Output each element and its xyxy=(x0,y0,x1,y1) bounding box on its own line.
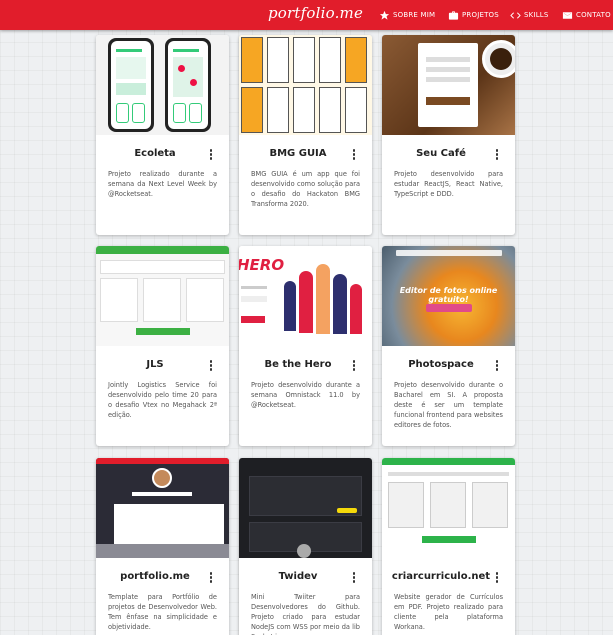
project-thumbnail xyxy=(239,35,372,135)
project-title: BMG GUIA xyxy=(269,148,327,159)
more-vert-icon[interactable] xyxy=(352,572,356,584)
project-card-bmg-guia[interactable]: BMG GUIA BMG GUIA é um app que foi desen… xyxy=(239,35,372,235)
nav-label: SKILLS xyxy=(524,11,549,19)
project-thumbnail: Editor de fotos online gratuito! xyxy=(382,246,515,346)
project-card-seu-cafe[interactable]: Seu Café Projeto desenvolvido para estud… xyxy=(382,35,515,235)
project-description: Mini Twiiter para Desenvolvedores do Git… xyxy=(251,593,360,635)
more-vert-icon[interactable] xyxy=(495,572,499,584)
star-icon xyxy=(379,10,390,20)
nav-skills[interactable]: SKILLS xyxy=(510,8,549,22)
code-icon xyxy=(510,11,521,19)
nav-label: PROJETOS xyxy=(462,11,499,19)
project-thumbnail xyxy=(96,246,229,346)
project-card-portfolio-me[interactable]: portfolio.me Template para Portfólio de … xyxy=(96,458,229,635)
project-card-be-the-hero[interactable]: HERO Be the Hero Projeto desenvolvido du… xyxy=(239,246,372,446)
project-description: Website gerador de Currículos em PDF. Pr… xyxy=(394,593,503,631)
more-vert-icon[interactable] xyxy=(495,360,499,372)
project-thumbnail xyxy=(239,458,372,558)
project-title: JLS xyxy=(146,359,164,370)
project-card-twidev[interactable]: Twidev Mini Twiiter para Desenvolvedores… xyxy=(239,458,372,635)
project-thumbnail xyxy=(382,35,515,135)
project-title: Twidev xyxy=(278,571,318,582)
project-title: criarcurriculo.net xyxy=(391,571,491,582)
project-description: Projeto realizado durante a semana da Ne… xyxy=(108,170,217,198)
nav-label: CONTATO xyxy=(576,11,611,19)
project-title: portfolio.me xyxy=(120,571,190,582)
project-thumbnail xyxy=(382,458,515,558)
mail-icon xyxy=(562,11,573,19)
project-thumbnail xyxy=(96,35,229,135)
more-vert-icon[interactable] xyxy=(352,360,356,372)
project-title: Photospace xyxy=(408,359,474,370)
nav-projetos[interactable]: PROJETOS xyxy=(448,8,499,22)
nav-contato[interactable]: CONTATO xyxy=(562,8,611,22)
project-description: Projeto desenvolvido durante o Bacharel … xyxy=(394,381,503,429)
project-card-jls[interactable]: JLS Jointly Logistics Service foi desenv… xyxy=(96,246,229,446)
brand-logo[interactable]: portfolio.me xyxy=(268,4,363,22)
project-description: Projeto desenvolvido para estudar ReactJ… xyxy=(394,170,503,198)
project-thumbnail: HERO xyxy=(239,246,372,346)
top-navbar: portfolio.me SOBRE MIM PROJETOS SKILLS C… xyxy=(0,0,613,30)
project-description: Jointly Logistics Service foi desenvolvi… xyxy=(108,381,217,419)
project-title: Be the Hero xyxy=(264,359,332,370)
nav-label: SOBRE MIM xyxy=(393,11,436,19)
photospace-headline: Editor de fotos online gratuito! xyxy=(399,286,498,304)
project-description: Template para Portfólio de projetos de D… xyxy=(108,593,217,631)
more-vert-icon[interactable] xyxy=(209,360,213,372)
project-card-ecoleta[interactable]: Ecoleta Projeto realizado durante a sema… xyxy=(96,35,229,235)
more-vert-icon[interactable] xyxy=(495,149,499,161)
project-card-photospace[interactable]: Editor de fotos online gratuito! Photosp… xyxy=(382,246,515,446)
be-the-hero-logo: HERO xyxy=(239,256,285,274)
project-title: Ecoleta xyxy=(134,148,176,159)
more-vert-icon[interactable] xyxy=(209,572,213,584)
more-vert-icon[interactable] xyxy=(209,149,213,161)
project-card-criarcurriculo[interactable]: criarcurriculo.net Website gerador de Cu… xyxy=(382,458,515,635)
project-thumbnail xyxy=(96,458,229,558)
project-description: Projeto desenvolvido durante a semana Om… xyxy=(251,381,360,409)
more-vert-icon[interactable] xyxy=(352,149,356,161)
project-description: BMG GUIA é um app que foi desenvolvido c… xyxy=(251,170,360,208)
project-title: Seu Café xyxy=(416,148,466,159)
nav-sobre-mim[interactable]: SOBRE MIM xyxy=(379,8,435,22)
briefcase-icon xyxy=(448,10,459,20)
